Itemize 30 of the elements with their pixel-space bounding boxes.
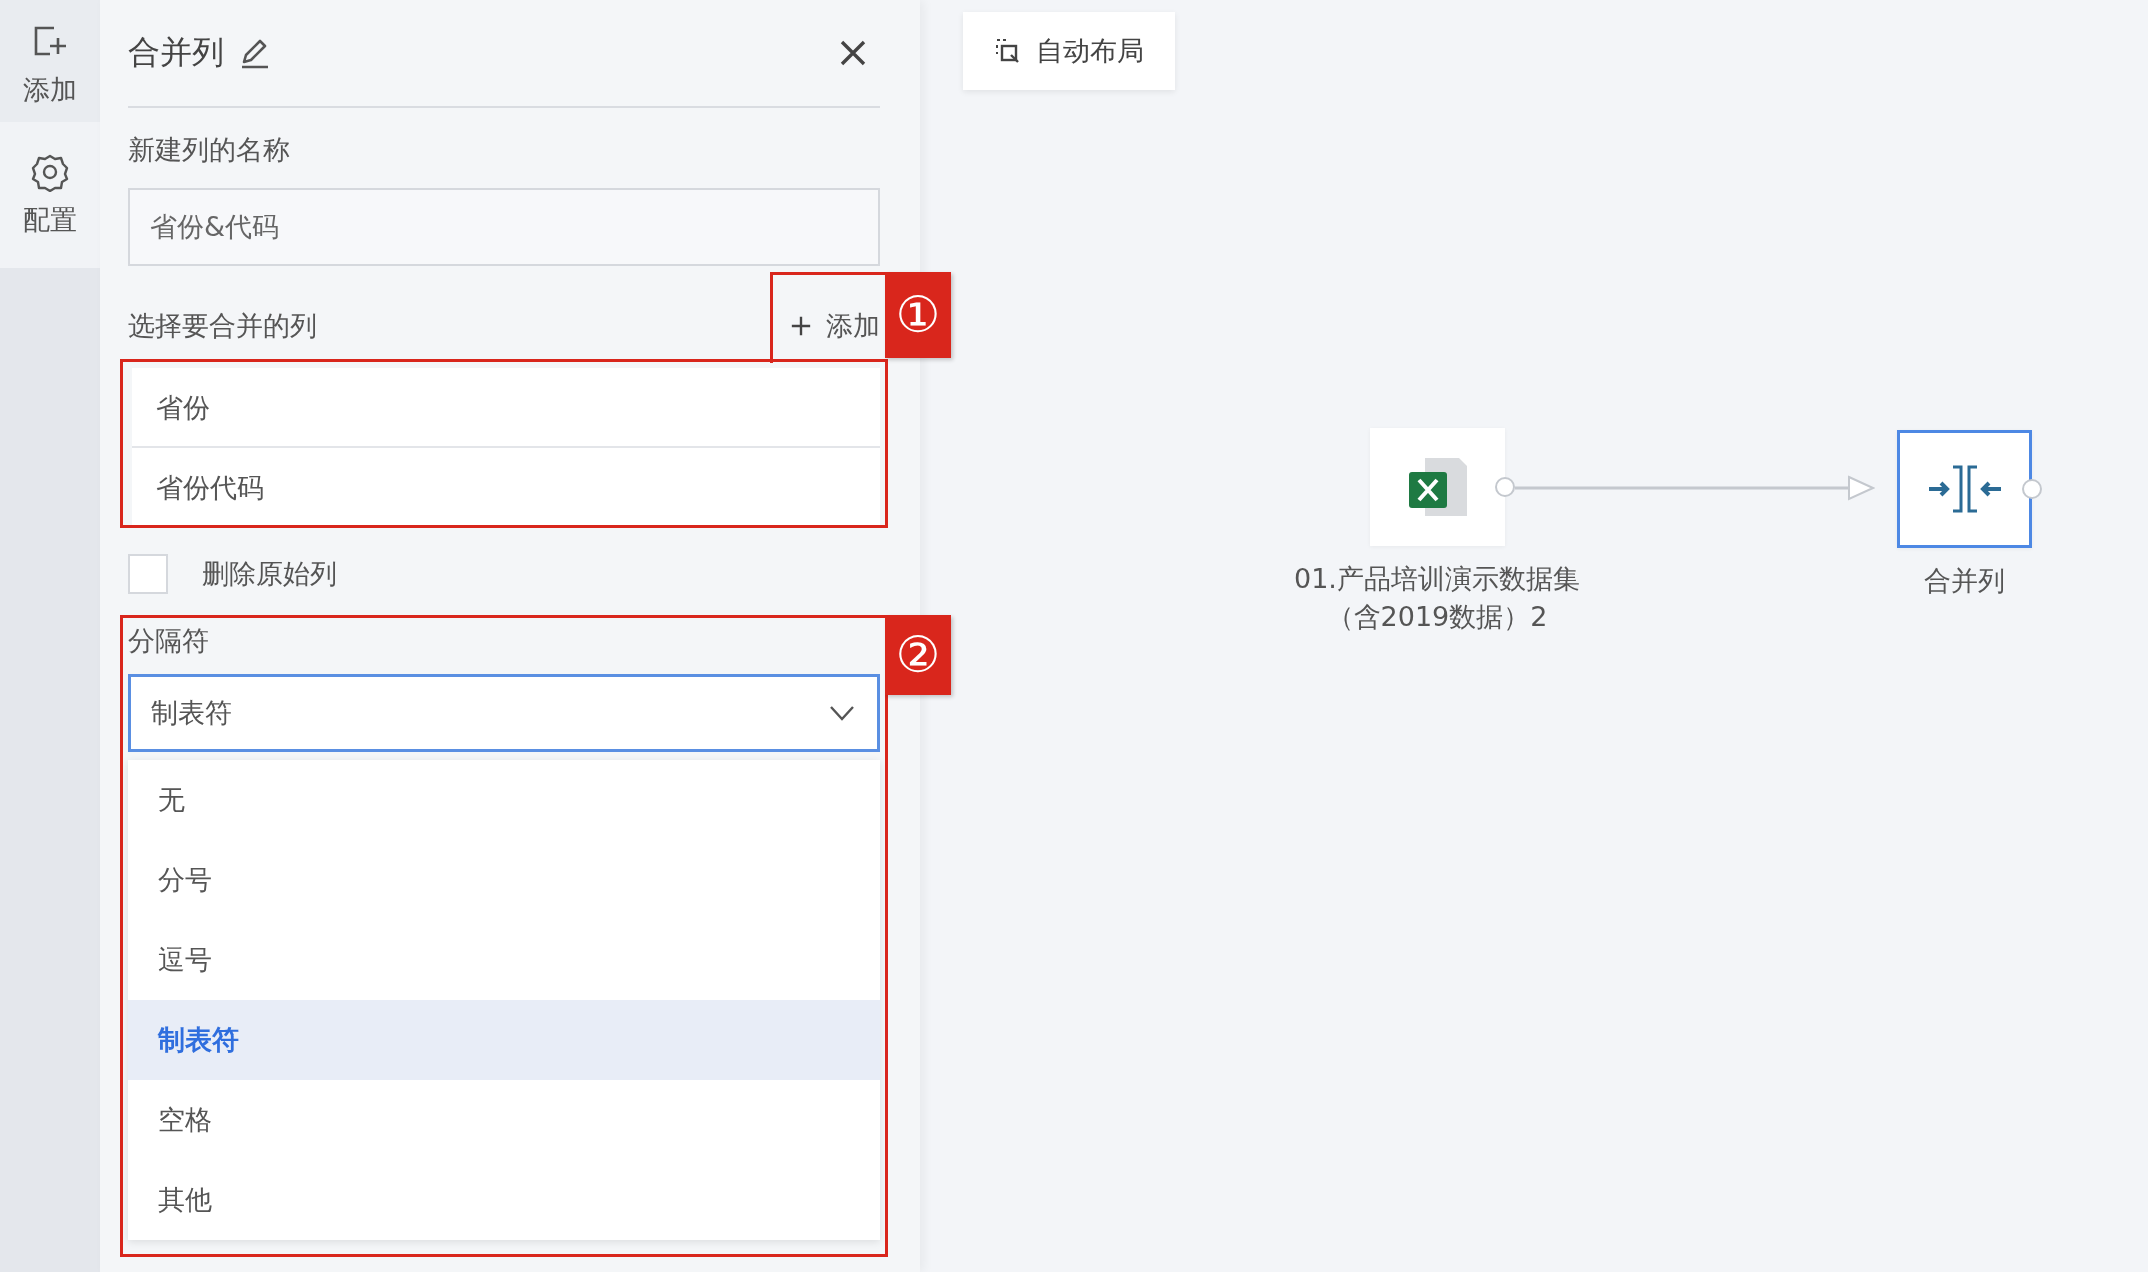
node-label: 01.产品培训演示数据集（含2019数据）2 [1293, 562, 1581, 634]
close-icon[interactable] [838, 38, 868, 68]
column-item[interactable]: 省份代码 [132, 448, 880, 528]
dropdown-option[interactable]: 逗号 [128, 920, 880, 1000]
settings-icon [30, 152, 70, 192]
field-label: 分隔符 [128, 624, 210, 658]
caret-icon [829, 705, 855, 721]
field-label: 新建列的名称 [128, 133, 291, 167]
checkbox-label: 删除原始列 [202, 557, 337, 591]
dropdown-option[interactable]: 其他 [128, 1160, 880, 1240]
panel-title: 合并列 [128, 32, 224, 73]
auto-layout-button[interactable]: 自动布局 [963, 12, 1175, 90]
dropdown-option[interactable]: 分号 [128, 840, 880, 920]
column-item[interactable]: 省份 [132, 368, 880, 448]
field-label: 选择要合并的列 [128, 309, 317, 343]
dropdown-option[interactable]: 空格 [128, 1080, 880, 1160]
annotation-badge: ① [885, 272, 951, 358]
sidebar-item[interactable]: 配置 [0, 122, 100, 268]
dropdown-option[interactable]: 制表符 [128, 1000, 880, 1080]
flow-node[interactable] [1897, 430, 2032, 548]
dropdown-option[interactable]: 无 [128, 760, 880, 840]
node-label: 合并列 [1922, 564, 2006, 598]
checkbox[interactable] [128, 554, 168, 594]
name-input-field[interactable]: 省份&代码 [128, 188, 880, 266]
add-button[interactable]: 添加 [790, 308, 880, 344]
flow-node[interactable] [1370, 428, 1505, 546]
separator-dropdown[interactable]: 制表符 [128, 674, 880, 752]
annotation-badge: ② [885, 615, 951, 695]
sidebar-item[interactable]: 添加 [0, 0, 100, 122]
plus-icon [790, 315, 812, 337]
